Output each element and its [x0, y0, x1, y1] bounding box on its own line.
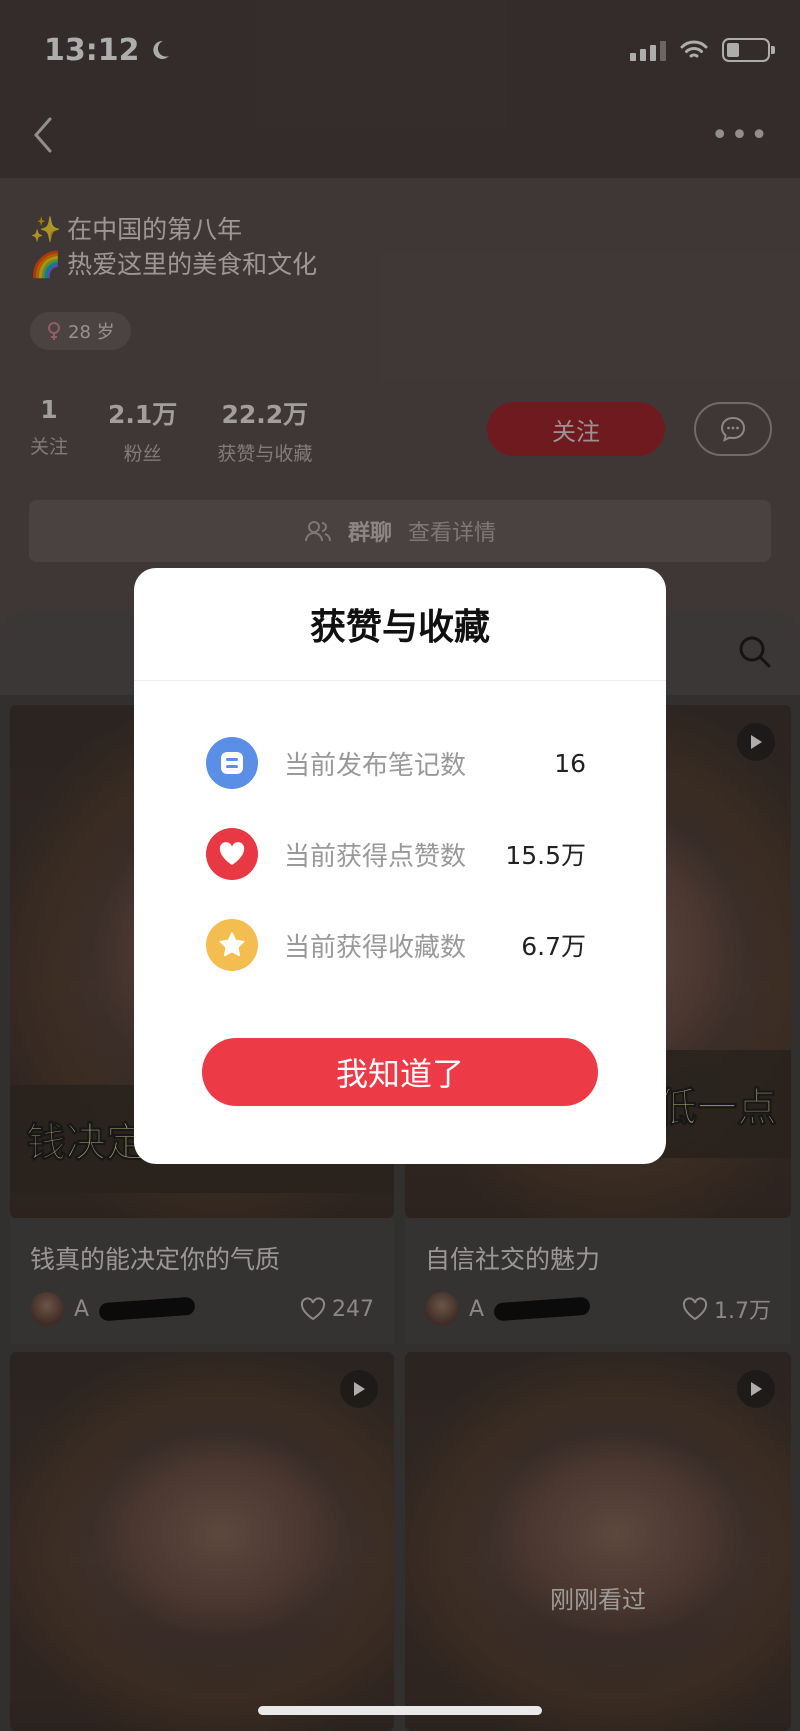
likes-count-label: 当前获得点赞数 [284, 841, 467, 872]
heart-icon [206, 828, 258, 880]
collections-count-value: 6.7万 [521, 932, 586, 961]
star-icon [206, 919, 258, 971]
modal-row-collections: 当前获得收藏数 6.7万 [206, 917, 586, 973]
got-it-button[interactable]: 我知道了 [202, 1038, 598, 1106]
home-indicator[interactable] [258, 1706, 542, 1715]
modal-title: 获赞与收藏 [134, 568, 666, 681]
notes-icon [206, 737, 258, 789]
collections-count-label: 当前获得收藏数 [284, 932, 467, 963]
likes-count-value: 15.5万 [505, 841, 586, 870]
likes-collections-modal: 获赞与收藏 当前发布笔记数 16 当前获得点赞数 15.5万 当前获得收藏数 6… [134, 568, 666, 1164]
notes-count-label: 当前发布笔记数 [284, 750, 467, 781]
modal-row-likes: 当前获得点赞数 15.5万 [206, 826, 586, 882]
notes-count-value: 16 [554, 748, 586, 778]
modal-row-notes: 当前发布笔记数 16 [206, 735, 586, 791]
modal-row-notes [206, 1303, 586, 1359]
